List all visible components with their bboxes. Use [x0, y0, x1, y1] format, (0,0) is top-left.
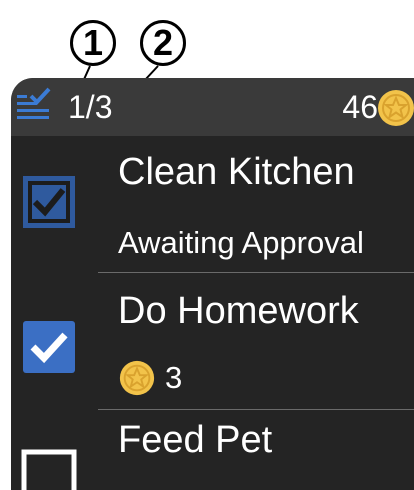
coin-count: 46	[342, 89, 378, 125]
chore-status: Awaiting Approval	[118, 225, 364, 260]
chore-title: Do Homework	[118, 290, 359, 332]
chore-item[interactable]: Clean Kitchen Awaiting Approval	[11, 136, 414, 272]
chore-title: Clean Kitchen	[118, 151, 355, 193]
checklist-icon[interactable]	[15, 87, 51, 123]
chore-title: Feed Pet	[118, 419, 273, 461]
callout-2: 2	[140, 20, 186, 66]
coin-icon	[119, 360, 155, 396]
checkbox-checked-icon[interactable]	[21, 174, 77, 230]
device-screen: 1/3 46 Clean Kitchen Awaiting Approval D…	[11, 78, 414, 490]
coin-icon	[378, 90, 414, 126]
chore-reward: 3	[165, 360, 183, 395]
status-bar: 1/3 46	[11, 78, 414, 136]
checkbox-unchecked-icon[interactable]	[21, 449, 77, 490]
checkbox-checked-icon[interactable]	[21, 319, 77, 375]
chore-item[interactable]: Feed Pet	[11, 410, 414, 490]
chore-item[interactable]: Do Homework 3	[11, 273, 414, 409]
chore-progress: 1/3	[68, 89, 113, 125]
callout-1: 1	[70, 20, 116, 66]
